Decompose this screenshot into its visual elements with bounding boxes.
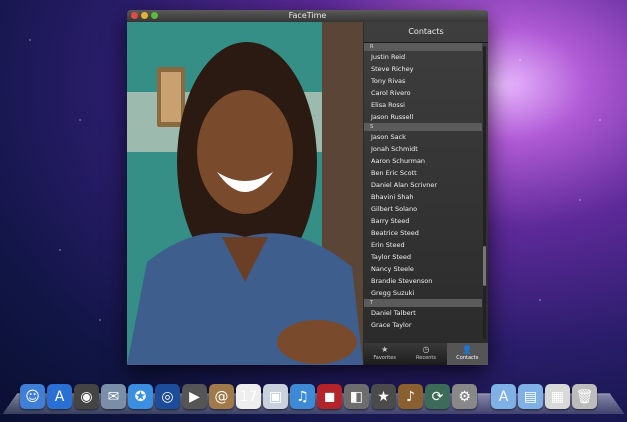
dock-icon-glyph: A <box>498 388 509 405</box>
contact-row[interactable]: Grace Taylor <box>364 319 482 331</box>
dock-icon-glyph: ♫ <box>296 388 309 405</box>
contact-row[interactable]: Steve Richey <box>364 63 482 75</box>
contact-row[interactable]: Gilbert Solano <box>364 203 482 215</box>
dock-icon-glyph: A <box>54 388 65 405</box>
contacts-header: Contacts <box>364 22 488 43</box>
iphoto-icon[interactable]: ◧ <box>344 384 369 409</box>
itunes-icon[interactable]: ♫ <box>290 384 315 409</box>
zoom-button[interactable] <box>151 12 158 19</box>
contact-row[interactable]: Jason Sack <box>364 131 482 143</box>
contact-row[interactable]: Tony Rivas <box>364 75 482 87</box>
dock-icon-glyph: ⚙ <box>458 388 471 405</box>
ichat-icon[interactable]: ◎ <box>155 384 180 409</box>
window-titlebar[interactable]: FaceTime <box>127 10 488 22</box>
time-machine-icon[interactable]: ⟳ <box>425 384 450 409</box>
contact-row[interactable]: Beatrice Steed <box>364 227 482 239</box>
tab-label: Contacts <box>456 355 479 361</box>
ical-icon[interactable]: 17 <box>236 384 261 409</box>
window-title: FaceTime <box>288 11 327 20</box>
safari-icon[interactable]: ✪ <box>128 384 153 409</box>
tab-favorites[interactable]: ★ Favorites <box>364 343 405 365</box>
dock-icon-glyph: ◎ <box>161 388 174 405</box>
section-header: R <box>364 43 482 51</box>
contact-row[interactable]: Aaron Schurman <box>364 155 482 167</box>
contact-row[interactable]: Erin Steed <box>364 239 482 251</box>
contact-row[interactable]: Nancy Steele <box>364 263 482 275</box>
preview-icon[interactable]: ▣ <box>263 384 288 409</box>
applications-folder-icon[interactable]: A <box>491 384 516 409</box>
contact-row[interactable]: Carol Rivero <box>364 87 482 99</box>
dock-icon-glyph: ⟳ <box>431 388 444 405</box>
contacts-list[interactable]: R Justin Reid Steve Richey Tony Rivas Carol … <box>364 43 482 341</box>
tab-recents[interactable]: ◷ Recents <box>405 343 446 365</box>
contact-row[interactable]: Justin Reid <box>364 51 482 63</box>
minimize-button[interactable] <box>141 12 148 19</box>
dock-icon-glyph: @ <box>214 388 229 405</box>
star-icon: ★ <box>381 345 389 354</box>
garageband-icon[interactable]: ♪ <box>398 384 423 409</box>
close-button[interactable] <box>131 12 138 19</box>
documents-folder-icon[interactable]: ▤ <box>518 384 543 409</box>
dock-icon-glyph: ✉ <box>107 388 120 405</box>
dock-icon-glyph: ▤ <box>523 388 538 405</box>
mail-stamp-icon[interactable]: ✉ <box>101 384 126 409</box>
dock-icon-glyph: ◉ <box>80 388 93 405</box>
contacts-panel: Contacts R Justin Reid Steve Richey Tony Ri… <box>364 22 488 365</box>
dock-icon-glyph: ▣ <box>268 388 283 405</box>
imovie-icon[interactable]: ★ <box>371 384 396 409</box>
section-header: S <box>364 123 482 131</box>
dock-icon-glyph: ★ <box>377 388 390 405</box>
contact-row[interactable]: Barry Steed <box>364 215 482 227</box>
dock-icon-glyph: ▶ <box>189 388 200 405</box>
contact-row[interactable]: Daniel Talbert <box>364 307 482 319</box>
tab-contacts[interactable]: 👤 Contacts <box>446 343 488 365</box>
system-preferences-icon[interactable]: ⚙ <box>452 384 477 409</box>
dock-icon-glyph: ♪ <box>406 388 415 405</box>
dock-icon-glyph: ◼ <box>323 388 336 405</box>
person-icon: 👤 <box>462 345 473 354</box>
tab-label: Favorites <box>373 355 396 361</box>
contact-row[interactable]: Bhavini Shah <box>364 191 482 203</box>
contacts-tabbar: ★ Favorites ◷ Recents 👤 Contacts <box>364 343 488 365</box>
video-preview <box>127 22 363 365</box>
contact-row[interactable]: Jonah Schmidt <box>364 143 482 155</box>
dock-icon-glyph: ✪ <box>134 388 147 405</box>
dock-icon-glyph: 17 <box>239 388 258 405</box>
dashboard-icon[interactable]: ◉ <box>74 384 99 409</box>
facetime-window[interactable]: FaceTime Contacts R Justin Reid Steve Rich… <box>127 10 488 365</box>
finder-icon[interactable]: ☺ <box>20 384 45 409</box>
section-header: T <box>364 299 482 307</box>
contact-row[interactable]: Ben Eric Scott <box>364 167 482 179</box>
dock-icon-glyph: ▦ <box>550 388 565 405</box>
contacts-scrollbar-thumb[interactable] <box>483 246 486 286</box>
dock-icon-glyph: 🗑 <box>575 388 594 405</box>
contacts-scrollbar[interactable] <box>483 46 486 339</box>
trash-icon[interactable]: 🗑 <box>572 384 597 409</box>
contact-row[interactable]: Daniel Alan Scrivner <box>364 179 482 191</box>
downloads-stack-icon[interactable]: ▦ <box>545 384 570 409</box>
photo-booth-icon[interactable]: ◼ <box>317 384 342 409</box>
contact-row[interactable]: Taylor Steed <box>364 251 482 263</box>
tab-label: Recents <box>416 355 436 361</box>
address-book-icon[interactable]: @ <box>209 384 234 409</box>
app-store-icon[interactable]: A <box>47 384 72 409</box>
contact-row[interactable]: Elisa Rossi <box>364 99 482 111</box>
video-person-illustration <box>127 22 363 365</box>
facetime-icon[interactable]: ▶ <box>182 384 207 409</box>
dock-icon-glyph: ☺ <box>25 388 40 405</box>
clock-icon: ◷ <box>422 345 430 354</box>
contact-row[interactable]: Gregg Suzuki <box>364 287 482 299</box>
contact-row[interactable]: Jason Russell <box>364 111 482 123</box>
dock-icon-glyph: ◧ <box>349 388 364 405</box>
dock: ☺ A ◉ ✉ ✪ ◎ ▶ @17 ▣ ♫ ◼ ◧ ★ ♪ ⟳ ⚙ A ▤ ▦ 🗑 <box>20 380 610 414</box>
contact-row[interactable]: Brandie Stevenson <box>364 275 482 287</box>
